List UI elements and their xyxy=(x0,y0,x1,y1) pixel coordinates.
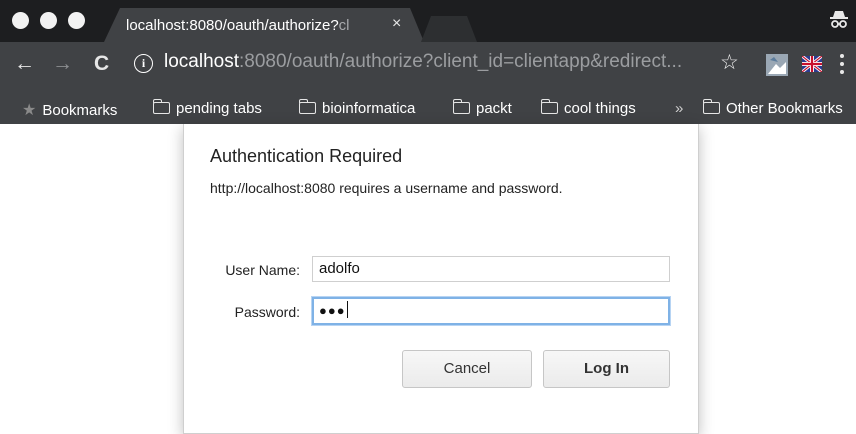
star-icon: ★ xyxy=(22,102,37,119)
bookmarks-label[interactable]: ★ Bookmarks xyxy=(22,100,117,120)
tab-strip: localhost:8080/oauth/authorize?cl × xyxy=(0,0,856,42)
maximize-window-button[interactable] xyxy=(68,12,85,29)
tab-title: localhost:8080/oauth/authorize?cl xyxy=(126,17,350,34)
username-value: adolfo xyxy=(319,260,360,277)
new-tab-button[interactable] xyxy=(421,16,477,42)
incognito-icon[interactable] xyxy=(828,9,850,31)
forward-button[interactable]: → xyxy=(52,52,73,76)
username-label: User Name: xyxy=(225,262,300,278)
folder-icon xyxy=(702,99,720,114)
folder-icon xyxy=(152,99,170,114)
active-tab[interactable]: localhost:8080/oauth/authorize?cl × xyxy=(104,8,424,42)
text-caret xyxy=(346,301,348,318)
auth-dialog: Authentication Required http://localhost… xyxy=(183,124,699,434)
minimize-window-button[interactable] xyxy=(40,12,57,29)
bookmark-folder-bioinformatica[interactable]: bioinformatica xyxy=(298,99,415,117)
bookmark-star-icon[interactable]: ☆ xyxy=(720,50,739,75)
address-bar[interactable]: i localhost:8080/oauth/authorize?client_… xyxy=(134,48,716,80)
dialog-message: http://localhost:8080 requires a usernam… xyxy=(210,180,563,196)
bookmark-folder-pending-tabs[interactable]: pending tabs xyxy=(152,99,262,117)
password-field[interactable]: ●●● xyxy=(312,297,670,325)
bookmarks-overflow-button[interactable]: » xyxy=(675,100,683,117)
folder-icon xyxy=(452,99,470,114)
cancel-button[interactable]: Cancel xyxy=(402,350,532,388)
dialog-title: Authentication Required xyxy=(210,146,403,166)
url-text: localhost:8080/oauth/authorize?client_id… xyxy=(164,51,683,72)
password-value: ●●● xyxy=(319,303,346,318)
username-field[interactable]: adolfo xyxy=(312,256,670,282)
close-window-button[interactable] xyxy=(12,12,29,29)
login-button[interactable]: Log In xyxy=(543,350,670,388)
extension-icon[interactable] xyxy=(766,54,788,76)
password-label: Password: xyxy=(234,304,300,320)
browser-toolbar: ← → C i localhost:8080/oauth/authorize?c… xyxy=(0,42,856,98)
bookmarks-bar: ★ Bookmarks pending tabs bioinformatica p… xyxy=(0,94,856,124)
folder-icon xyxy=(298,99,316,114)
bookmark-folder-packt[interactable]: packt xyxy=(452,99,512,117)
browser-menu-icon[interactable] xyxy=(840,54,844,78)
tab-close-icon[interactable]: × xyxy=(392,15,401,33)
flag-extension-icon[interactable] xyxy=(802,56,822,72)
info-icon[interactable]: i xyxy=(134,54,153,73)
reload-button[interactable]: C xyxy=(94,52,109,76)
back-button[interactable]: ← xyxy=(14,52,35,76)
bookmark-folder-cool-things[interactable]: cool things xyxy=(540,99,636,117)
other-bookmarks-folder[interactable]: Other Bookmarks xyxy=(702,99,843,117)
folder-icon xyxy=(540,99,558,114)
